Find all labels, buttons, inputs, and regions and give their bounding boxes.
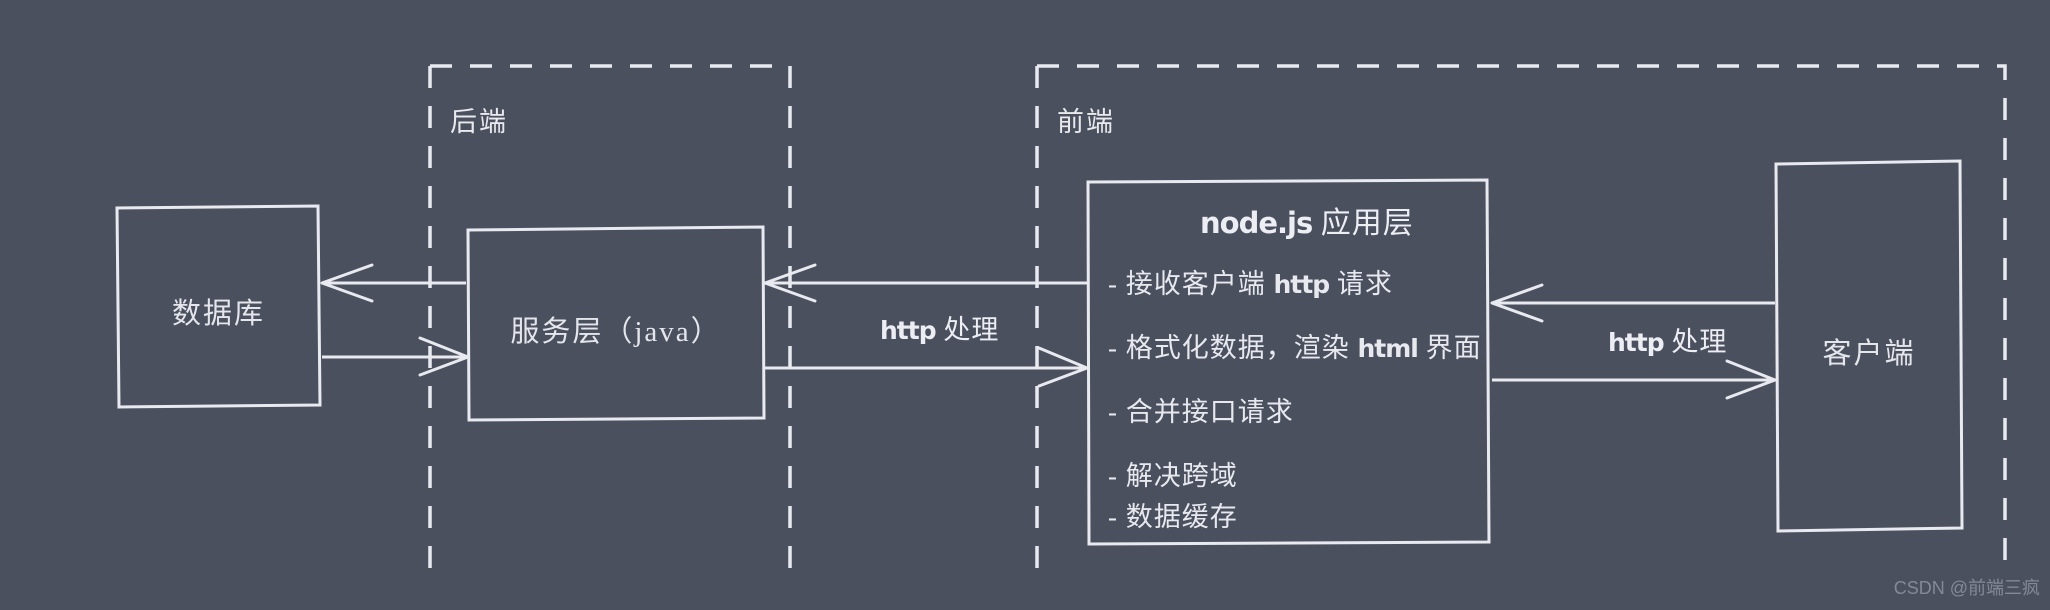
node-app-bullet: - 格式化数据，渲染 html 界面 (1108, 326, 1482, 365)
arrow-service-to-database (320, 263, 466, 303)
frontend-zone-label: 前端 (1057, 107, 1115, 137)
bullet-text-a: 接收客户端 (1125, 269, 1266, 299)
arrow-client-to-node (1490, 283, 1775, 323)
service-box-label: 服务层（java） (510, 316, 722, 348)
edge-label-code: http (880, 316, 937, 345)
bullet-code: http (1273, 270, 1331, 299)
node-app-title: node.js 应用层 (1200, 198, 1414, 242)
node-app-bullet: - 接收客户端 http 请求 (1108, 262, 1393, 301)
bullet-text-a: 数据缓存 (1125, 502, 1238, 532)
bullet-dash: - (1108, 333, 1118, 363)
edge-label-code: http (1608, 328, 1665, 357)
node-app-bullet: - 数据缓存 (1108, 495, 1238, 534)
bullet-dash: - (1108, 502, 1118, 532)
bullet-text-a: 合并接口请求 (1125, 397, 1294, 427)
database-box-label: 数据库 (171, 298, 265, 330)
bullet-text-b: 界面 (1425, 333, 1482, 363)
bullet-code: html (1357, 334, 1419, 363)
diagram-canvas: 后端 前端 数据库 服务层（java） 客户端 node.js 应用层 - 接收… (0, 0, 2050, 610)
node-app-bullet: - 解决跨域 (1108, 454, 1238, 493)
bullet-dash: - (1108, 461, 1118, 491)
bullet-dash: - (1108, 269, 1118, 299)
watermark: CSDN @前端三疯 (1893, 578, 2040, 598)
node-app-bullet: - 合并接口请求 (1108, 390, 1294, 429)
edge-label-text: 处理 (1671, 327, 1728, 357)
arrow-database-to-service (322, 336, 470, 377)
edge-label-node-client: http 处理 (1608, 320, 1727, 359)
node-app-title-text: 应用层 (1320, 207, 1414, 240)
bullet-dash: - (1108, 397, 1118, 427)
node-app-title-code: node.js (1200, 206, 1313, 240)
arrow-node-to-client (1492, 359, 1777, 400)
backend-zone-label: 后端 (450, 107, 508, 137)
client-box-label: 客户端 (1822, 338, 1916, 370)
bullet-text-a: 格式化数据，渲染 (1125, 333, 1350, 363)
edge-label-service-node: http 处理 (880, 308, 999, 347)
bullet-text-b: 请求 (1336, 269, 1393, 299)
edge-label-text: 处理 (943, 315, 1000, 345)
bullet-text-a: 解决跨域 (1125, 461, 1238, 491)
